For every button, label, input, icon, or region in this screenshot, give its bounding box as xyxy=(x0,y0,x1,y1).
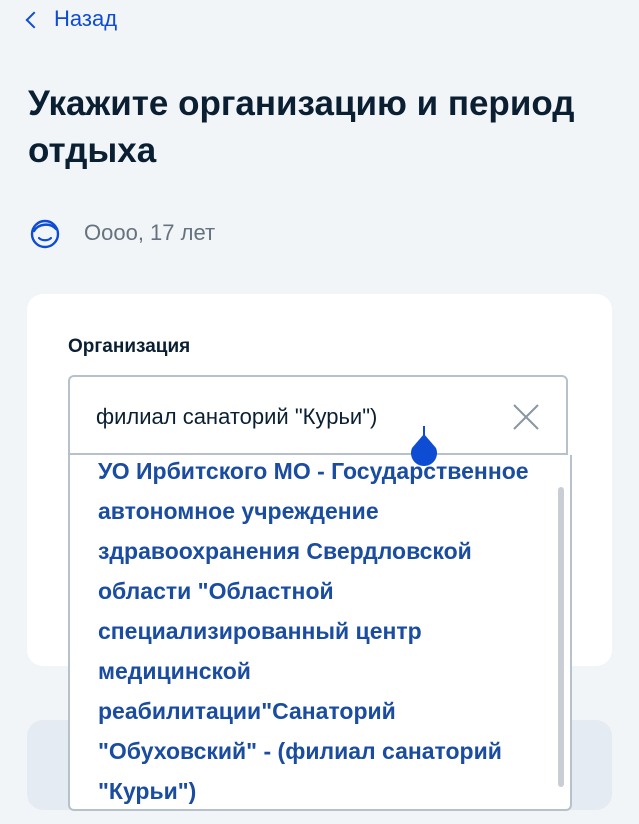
person-info: Оооо, 17 лет xyxy=(28,216,215,250)
organization-dropdown[interactable]: УО Ирбитского МО - Государственное автон… xyxy=(68,455,572,811)
organization-input[interactable]: филиал санаторий "Курьи") xyxy=(68,375,568,455)
child-face-icon xyxy=(30,219,60,249)
close-icon[interactable] xyxy=(512,403,540,431)
page-title: Укажите организацию и период отдыха xyxy=(28,84,575,170)
chevron-left-icon xyxy=(25,11,43,28)
dropdown-scrollbar[interactable] xyxy=(558,487,564,787)
text-cursor-handle-icon[interactable] xyxy=(407,426,441,470)
person-name: Оооо, 17 лет xyxy=(84,220,216,245)
back-link[interactable]: Назад xyxy=(25,6,118,32)
organization-label: Организация xyxy=(68,336,191,357)
organization-input-value[interactable]: филиал санаторий "Курьи") xyxy=(96,404,377,430)
dropdown-option[interactable]: УО Ирбитского МО - Государственное автон… xyxy=(98,455,548,809)
back-link-label: Назад xyxy=(54,6,118,31)
